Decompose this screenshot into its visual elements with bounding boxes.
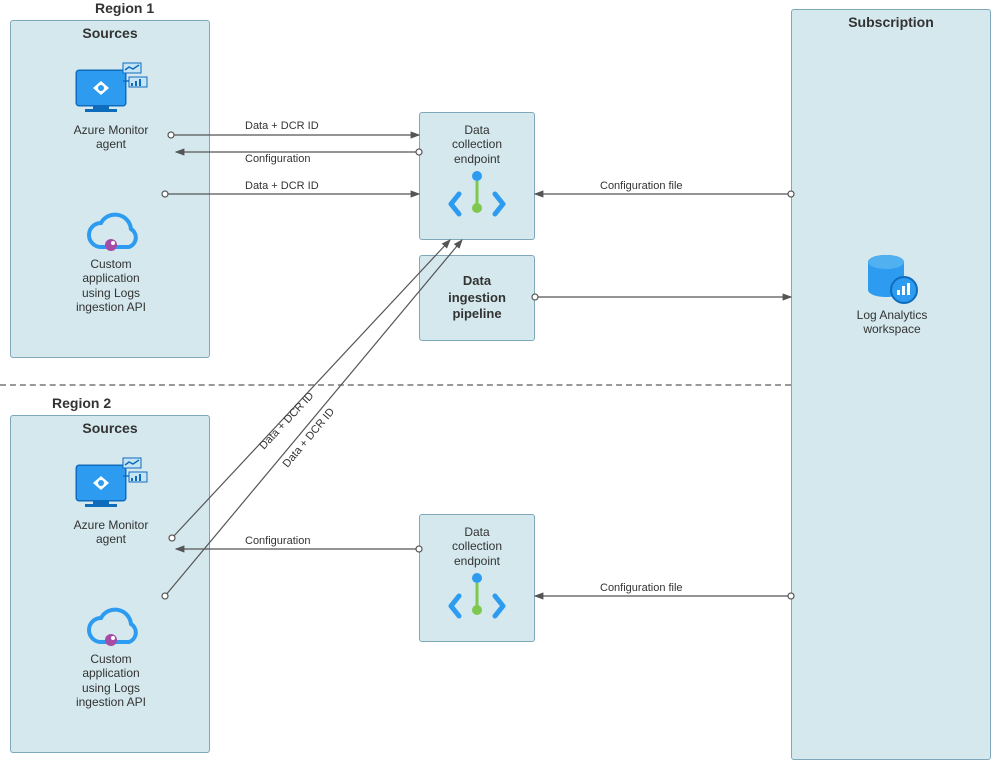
region-1-label: Region 1 bbox=[95, 0, 154, 16]
region-separator bbox=[0, 384, 791, 386]
dce-r1: Data collection endpoint bbox=[419, 112, 535, 240]
subscription-title: Subscription bbox=[792, 10, 990, 34]
edge-data-dcr-r1-ama: Data + DCR ID bbox=[245, 120, 319, 132]
sources-box-r1: Sources Azure Monitor agent bbox=[10, 20, 210, 358]
subscription-box: Subscription Log Analytics workspace bbox=[791, 9, 991, 760]
ama-label-r2: Azure Monitor agent bbox=[74, 518, 149, 547]
database-analytics-icon bbox=[864, 250, 920, 306]
data-ingestion-pipeline: Data ingestion pipeline bbox=[419, 255, 535, 341]
ama-r1: Azure Monitor agent bbox=[51, 61, 171, 152]
custom-app-r2: Custom application using Logs ingestion … bbox=[61, 606, 161, 710]
edge-config-file-r2: Configuration file bbox=[600, 582, 683, 594]
sources-box-r2: Sources Azure Monitor agent bbox=[10, 415, 210, 753]
dce-r2: Data collection endpoint bbox=[419, 514, 535, 642]
custom-label-r1: Custom application using Logs ingestion … bbox=[76, 257, 146, 315]
sources-title-r1: Sources bbox=[11, 21, 209, 45]
edge-config-r2: Configuration bbox=[245, 535, 310, 547]
edge-data-dcr-r1-custom: Data + DCR ID bbox=[245, 180, 319, 192]
dce-label-r1: Data collection endpoint bbox=[452, 123, 502, 166]
ama-label-r1: Azure Monitor agent bbox=[74, 123, 149, 152]
endpoint-icon bbox=[447, 166, 507, 226]
sources-title-r2: Sources bbox=[11, 416, 209, 440]
log-analytics-workspace: Log Analytics workspace bbox=[842, 250, 942, 337]
custom-label-r2: Custom application using Logs ingestion … bbox=[76, 652, 146, 710]
monitor-agent-icon bbox=[71, 456, 151, 516]
dip-label: Data ingestion pipeline bbox=[448, 273, 506, 324]
diagram-canvas: Region 1 Region 2 Subscription Log Analy… bbox=[0, 0, 993, 762]
endpoint-icon bbox=[447, 568, 507, 628]
monitor-agent-icon bbox=[71, 61, 151, 121]
region-2-label: Region 2 bbox=[52, 395, 111, 411]
dce-label-r2: Data collection endpoint bbox=[452, 525, 502, 568]
edge-config-file-r1: Configuration file bbox=[600, 180, 683, 192]
cloud-api-icon bbox=[83, 211, 139, 255]
edge-config-r1: Configuration bbox=[245, 153, 310, 165]
custom-app-r1: Custom application using Logs ingestion … bbox=[61, 211, 161, 315]
ama-r2: Azure Monitor agent bbox=[51, 456, 171, 547]
cloud-api-icon bbox=[83, 606, 139, 650]
log-analytics-label: Log Analytics workspace bbox=[857, 308, 928, 337]
